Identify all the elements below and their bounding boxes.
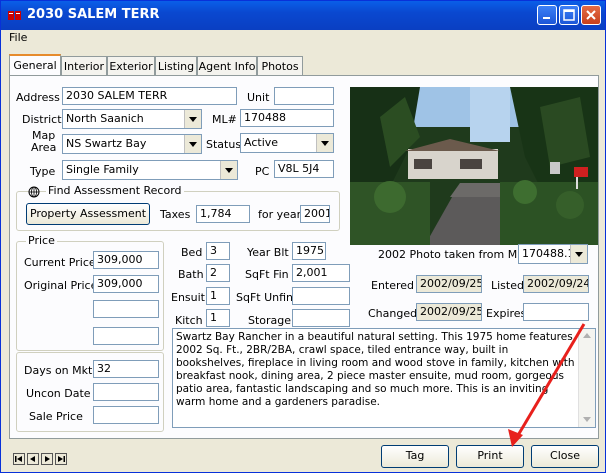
annotation-arrow	[508, 323, 586, 447]
main-window: 2030 SALEM TERR File General Interior Ex…	[0, 0, 606, 473]
